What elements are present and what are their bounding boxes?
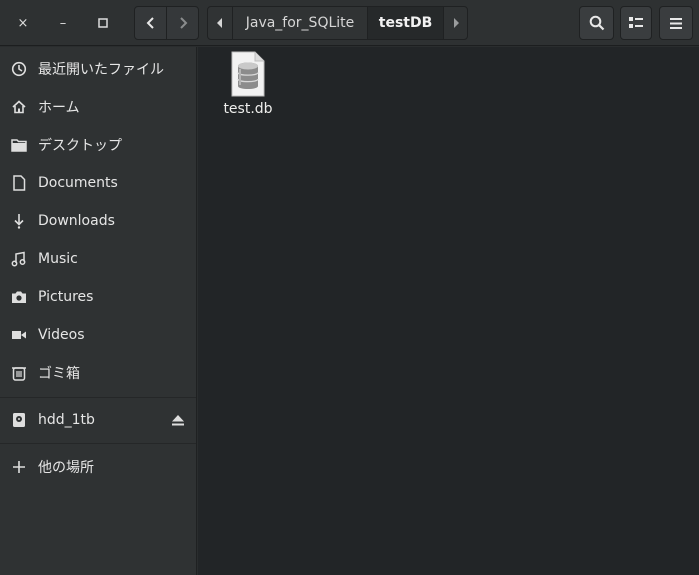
file-item-test-db[interactable]: test.db: [216, 51, 280, 123]
sidebar-item-label: hdd_1tb: [38, 412, 95, 428]
sidebar-item-label: Downloads: [38, 213, 115, 229]
video-icon: [0, 329, 38, 341]
sidebar-item-label: Documents: [38, 175, 118, 191]
maximize-window-button[interactable]: [92, 12, 114, 34]
sidebar-item-home[interactable]: ホーム: [0, 89, 196, 125]
recent-clock-icon: [0, 61, 38, 77]
drive-icon: [0, 412, 38, 428]
file-view[interactable]: test.db: [198, 47, 699, 575]
sidebar-item-pictures[interactable]: Pictures: [0, 279, 196, 315]
triangle-right-icon: [453, 18, 459, 28]
folder-icon: [0, 138, 38, 152]
sidebar-item-other-locations[interactable]: 他の場所: [0, 449, 196, 485]
forward-button[interactable]: [166, 7, 198, 39]
sidebar-item-recent[interactable]: 最近開いたファイル: [0, 51, 196, 87]
eject-icon: [172, 415, 184, 426]
maximize-icon: [98, 18, 108, 28]
database-file-icon: [231, 51, 265, 97]
trash-icon: [0, 365, 38, 381]
sidebar-item-label: Music: [38, 251, 78, 267]
header-bar: × – Java_for_SQLite testDB: [0, 0, 699, 46]
chevron-left-icon: [146, 17, 154, 29]
path-scroll-left-button[interactable]: [208, 7, 232, 39]
list-view-icon: [629, 17, 643, 28]
search-icon: [589, 15, 604, 31]
plus-icon: [0, 461, 38, 473]
path-scroll-right-button[interactable]: [443, 7, 467, 39]
camera-icon: [0, 290, 38, 304]
close-window-button[interactable]: ×: [12, 12, 34, 34]
sidebar-item-label: 他の場所: [38, 460, 94, 476]
triangle-left-icon: [217, 18, 222, 28]
view-toggle-button[interactable]: [620, 6, 652, 40]
places-sidebar: 最近開いたファイル ホーム デスクトップ Documents Downloads: [0, 47, 197, 575]
sidebar-separator: [0, 397, 196, 398]
sidebar-item-label: Videos: [38, 327, 85, 343]
path-bar: Java_for_SQLite testDB: [207, 6, 468, 40]
sidebar-item-documents[interactable]: Documents: [0, 165, 196, 201]
minimize-window-button[interactable]: –: [52, 12, 74, 34]
sidebar-item-desktop[interactable]: デスクトップ: [0, 127, 196, 163]
history-navigation: [134, 6, 199, 40]
sidebar-item-label: Pictures: [38, 289, 94, 305]
file-name: test.db: [223, 101, 273, 117]
home-icon: [0, 99, 38, 115]
document-icon: [0, 175, 38, 191]
close-icon: ×: [17, 15, 29, 31]
sidebar-item-label: 最近開いたファイル: [38, 62, 164, 78]
sidebar-separator: [0, 443, 196, 444]
back-button[interactable]: [135, 7, 166, 39]
breadcrumb-java-for-sqlite[interactable]: Java_for_SQLite: [232, 7, 367, 39]
menu-button[interactable]: [659, 6, 693, 40]
file-manager-window: × – Java_for_SQLite testDB 最近開いたファイル ホーム…: [0, 0, 699, 575]
sidebar-item-label: ホーム: [38, 100, 80, 116]
sidebar-item-videos[interactable]: Videos: [0, 317, 196, 353]
breadcrumb-testdb[interactable]: testDB: [367, 7, 443, 39]
sidebar-item-label: デスクトップ: [38, 138, 122, 154]
sidebar-item-hdd-1tb[interactable]: hdd_1tb: [0, 402, 196, 438]
minimize-icon: –: [59, 15, 67, 31]
eject-button[interactable]: [160, 414, 196, 426]
download-icon: [0, 213, 38, 229]
hamburger-menu-icon: [670, 17, 682, 29]
chevron-right-icon: [180, 17, 188, 29]
sidebar-item-trash[interactable]: ゴミ箱: [0, 355, 196, 391]
music-icon: [0, 251, 38, 267]
sidebar-item-label: ゴミ箱: [38, 366, 80, 382]
sidebar-item-music[interactable]: Music: [0, 241, 196, 277]
sidebar-item-downloads[interactable]: Downloads: [0, 203, 196, 239]
search-button[interactable]: [579, 6, 614, 40]
